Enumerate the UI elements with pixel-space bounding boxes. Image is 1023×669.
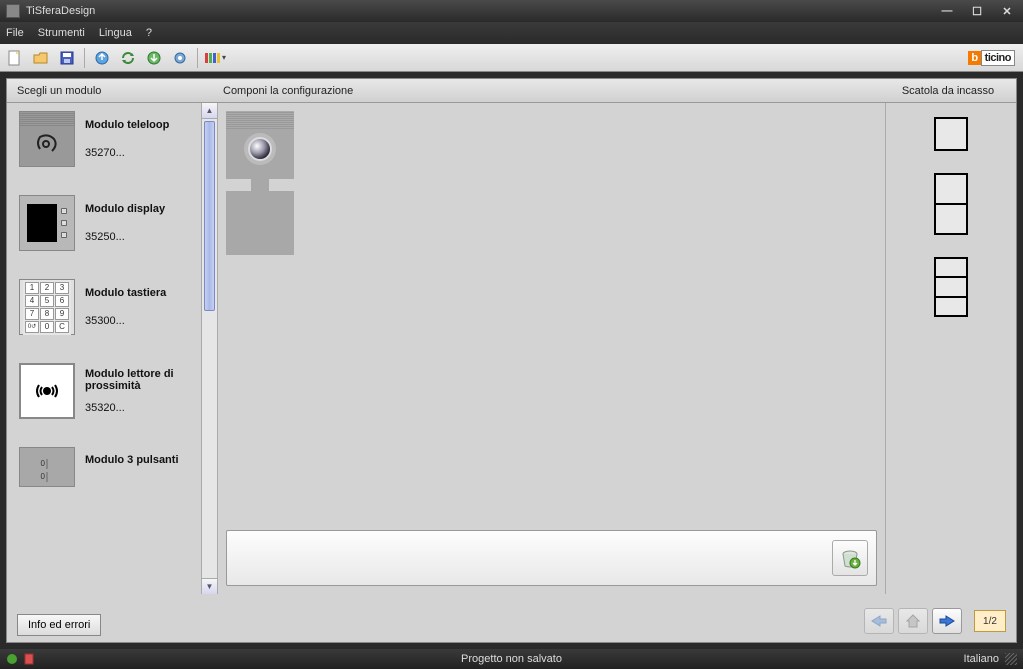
camera-lens-icon (248, 137, 272, 161)
module-teleloop[interactable]: Modulo teleloop 35270... (19, 111, 213, 167)
resize-grip[interactable] (1005, 653, 1017, 665)
status-project: Progetto non salvato (461, 653, 562, 665)
module-code: 35250... (85, 231, 165, 243)
sync-icon[interactable] (117, 47, 139, 69)
save-icon[interactable] (56, 47, 78, 69)
config-drop-zone[interactable] (226, 530, 877, 586)
status-language: Italiano (964, 653, 999, 665)
display-thumb (19, 195, 75, 251)
module-code: 35270... (85, 147, 169, 159)
box-option-2[interactable] (934, 173, 968, 235)
brand-text: ticino (981, 50, 1015, 66)
scroll-up-icon[interactable]: ▲ (202, 103, 217, 119)
statusbar: Progetto non salvato Italiano (0, 649, 1023, 669)
toolbar: ▾ bticino (0, 44, 1023, 72)
scroll-down-icon[interactable]: ▼ (202, 578, 217, 594)
module-display[interactable]: Modulo display 35250... (19, 195, 213, 251)
box-option-1[interactable] (934, 117, 968, 151)
config-empty-slot[interactable] (226, 191, 294, 255)
app-title: TiSferaDesign (26, 5, 937, 17)
palette-icon[interactable]: ▾ (204, 47, 226, 69)
menu-language[interactable]: Lingua (99, 27, 132, 39)
page-indicator: 1/2 (974, 610, 1006, 632)
new-icon[interactable] (4, 47, 26, 69)
status-doc-icon (24, 653, 36, 665)
module-label: Modulo display (85, 203, 165, 215)
module-proximity[interactable]: Modulo lettore di prossimità 35320... (19, 363, 213, 419)
close-button[interactable]: ✕ (997, 4, 1017, 18)
header-flush-box: Scatola da incasso (886, 85, 1016, 97)
module-label: Modulo teleloop (85, 119, 169, 131)
module-code: 35320... (85, 402, 213, 414)
teleloop-thumb (19, 111, 75, 167)
maximize-button[interactable]: ☐ (967, 4, 987, 18)
pulsanti-thumb (19, 447, 75, 487)
module-3-buttons[interactable]: Modulo 3 pulsanti (19, 447, 213, 487)
menubar: File Strumenti Lingua ? (0, 22, 1023, 44)
nav-back-button[interactable] (864, 608, 894, 634)
arrow-left-icon (870, 614, 888, 628)
open-icon[interactable] (30, 47, 52, 69)
header-compose-config: Componi la configurazione (217, 85, 886, 97)
nav-home-button[interactable] (898, 608, 928, 634)
module-label: Modulo tastiera (85, 287, 166, 299)
status-ok-icon (6, 653, 18, 665)
scroll-thumb[interactable] (204, 121, 215, 311)
box-options-pane (886, 103, 1016, 594)
header-choose-module: Scegli un modulo (7, 85, 217, 97)
module-label: Modulo lettore di prossimità (85, 368, 213, 392)
module-code: 35300... (85, 315, 166, 327)
modules-pane: Modulo teleloop 35270... Modulo display … (7, 103, 217, 594)
config-camera-module[interactable] (226, 111, 294, 179)
titlebar: TiSferaDesign — ☐ ✕ (0, 0, 1023, 22)
brand-logo: bticino (968, 50, 1015, 66)
proximity-thumb (19, 363, 75, 419)
modules-scrollbar[interactable]: ▲ ▼ (201, 103, 217, 594)
settings-icon[interactable] (169, 47, 191, 69)
wizard-nav: 1/2 (864, 608, 1006, 634)
download-icon[interactable] (143, 47, 165, 69)
module-label: Modulo 3 pulsanti (85, 454, 179, 466)
brand-badge: b (968, 51, 980, 65)
arrow-right-icon (938, 614, 956, 628)
config-unit[interactable] (226, 111, 294, 255)
home-icon (905, 613, 921, 629)
menu-help[interactable]: ? (146, 27, 152, 39)
menu-tools[interactable]: Strumenti (38, 27, 85, 39)
nav-next-button[interactable] (932, 608, 962, 634)
keypad-thumb: 123 456 789 0↺0C (19, 279, 75, 335)
app-icon (6, 4, 20, 18)
minimize-button[interactable]: — (937, 4, 957, 18)
config-canvas[interactable] (217, 103, 886, 594)
column-headers: Scegli un modulo Componi la configurazio… (7, 79, 1016, 103)
trash-icon (839, 547, 861, 569)
export-icon[interactable] (91, 47, 113, 69)
trash-button[interactable] (832, 540, 868, 576)
menu-file[interactable]: File (6, 27, 24, 39)
module-keypad[interactable]: 123 456 789 0↺0C Modulo tastiera 35300..… (19, 279, 213, 335)
box-option-3[interactable] (934, 257, 968, 317)
info-errors-button[interactable]: Info ed errori (17, 614, 101, 636)
